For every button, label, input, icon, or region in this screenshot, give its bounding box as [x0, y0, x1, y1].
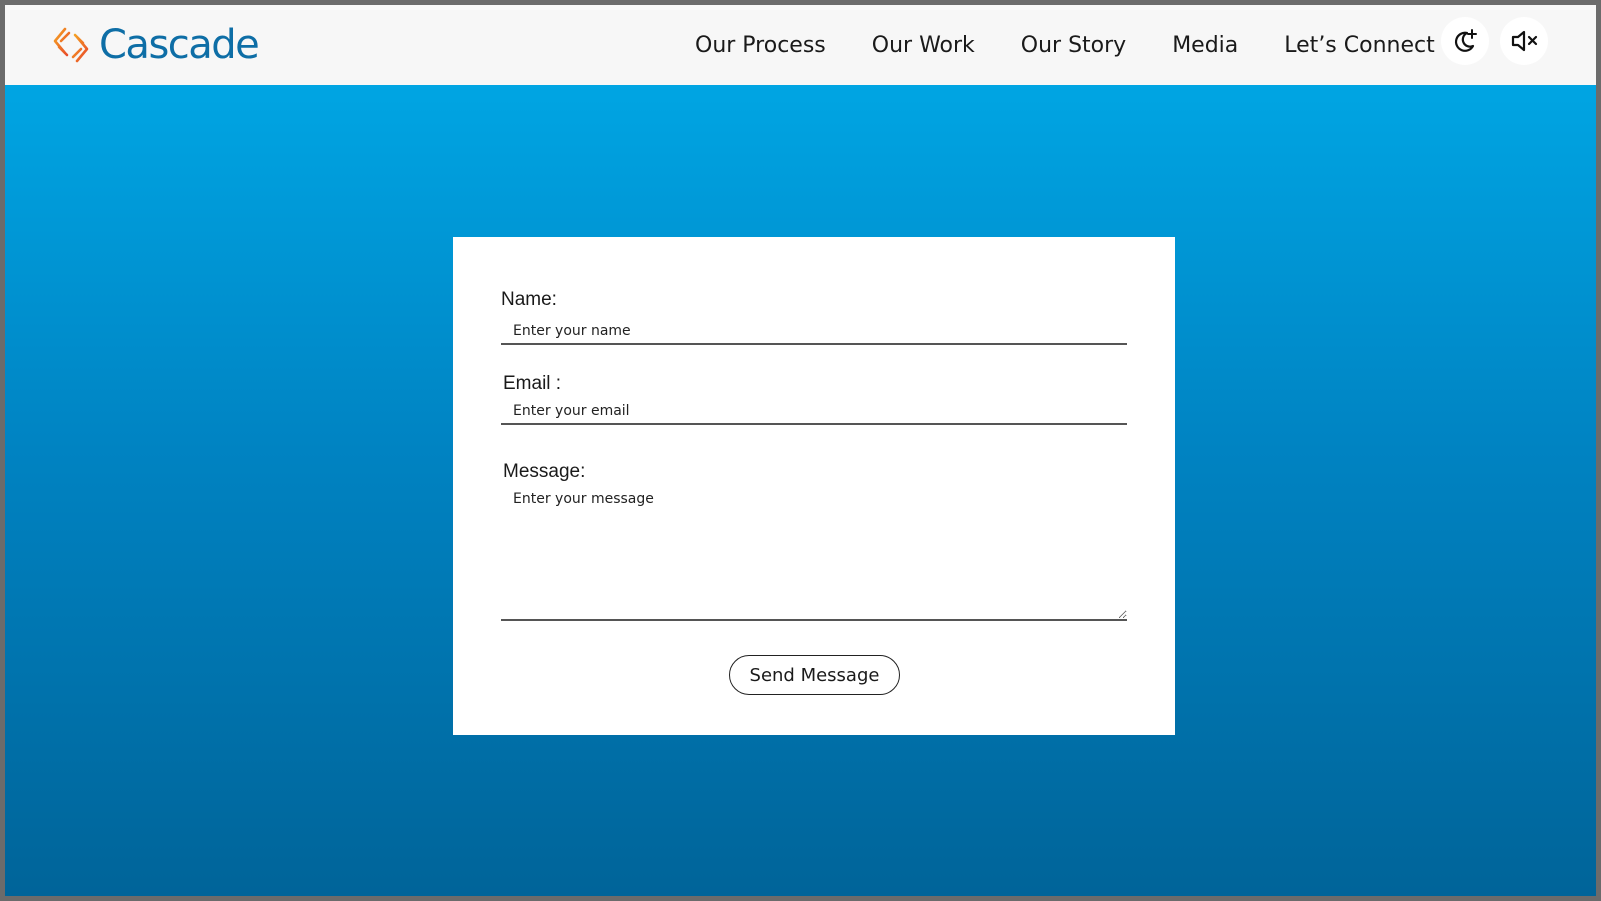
- send-message-button[interactable]: Send Message: [729, 655, 900, 695]
- site-header: Cascade Our Process Our Work Our Story M…: [5, 5, 1596, 86]
- name-label: Name:: [501, 289, 557, 310]
- message-textarea[interactable]: [501, 483, 1127, 621]
- brand-name: Cascade: [99, 22, 260, 68]
- browser-frame: Cascade Our Process Our Work Our Story M…: [0, 0, 1601, 901]
- message-label: Message:: [503, 461, 586, 482]
- speaker-muted-icon: [1511, 30, 1538, 52]
- nav-our-story[interactable]: Our Story: [1021, 33, 1126, 58]
- sound-toggle-button[interactable]: [1500, 17, 1548, 65]
- name-input[interactable]: [501, 319, 1127, 345]
- contact-section: Name: Email : Message: Send Message: [5, 85, 1596, 896]
- nav-our-work[interactable]: Our Work: [872, 33, 975, 58]
- contact-form: Name: Email : Message: Send Message: [453, 237, 1175, 735]
- brand-logo[interactable]: Cascade: [51, 22, 260, 68]
- main-nav: Our Process Our Work Our Story Media Let…: [695, 5, 1435, 85]
- nav-lets-connect[interactable]: Let’s Connect: [1284, 33, 1434, 58]
- email-input[interactable]: [501, 399, 1127, 425]
- cascade-logo-icon: [53, 27, 89, 63]
- moon-sparkle-icon: [1455, 29, 1477, 52]
- nav-our-process[interactable]: Our Process: [695, 33, 826, 58]
- nav-media[interactable]: Media: [1172, 33, 1238, 58]
- theme-toggle-button[interactable]: [1441, 17, 1489, 65]
- email-label: Email :: [503, 373, 562, 394]
